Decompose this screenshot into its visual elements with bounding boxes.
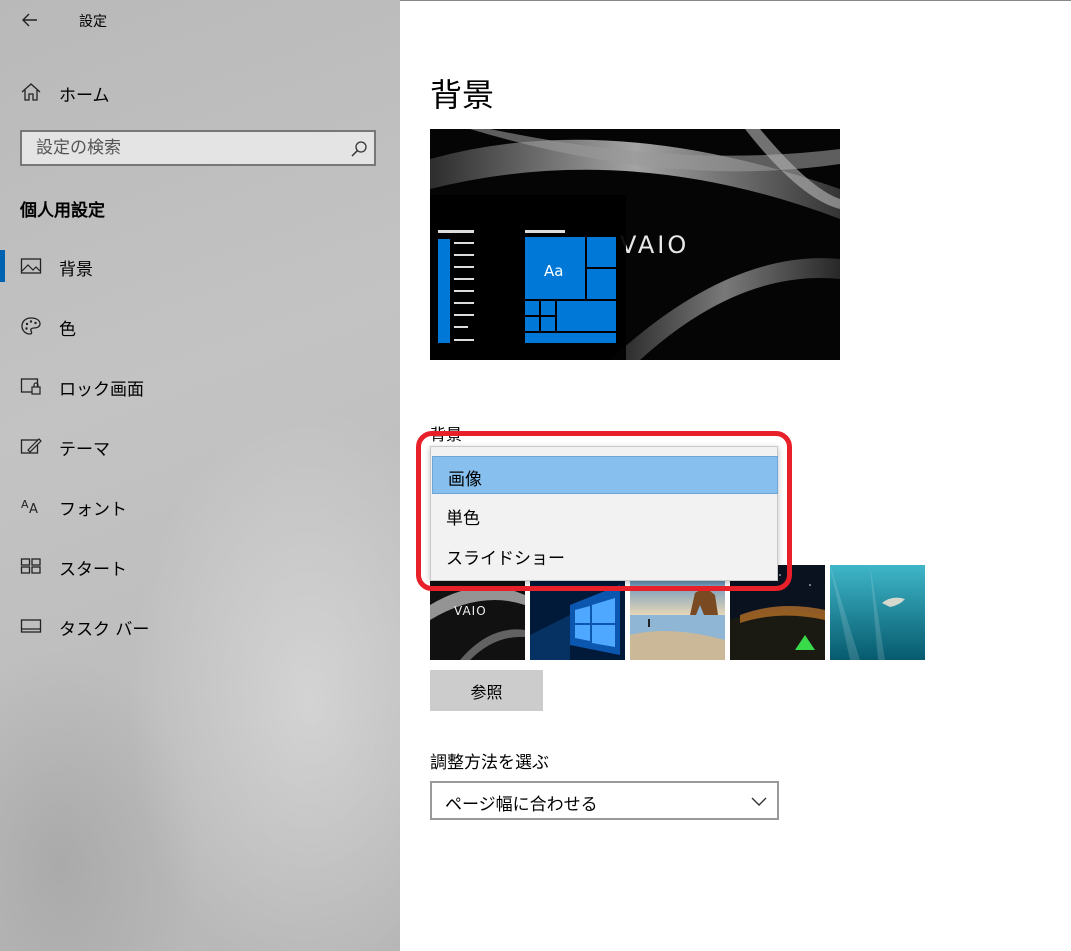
browse-button[interactable]: 参照 bbox=[430, 670, 543, 711]
sidebar-item-color[interactable]: 色 bbox=[0, 306, 400, 346]
sidebar-item-font[interactable]: A A フォント bbox=[0, 486, 400, 526]
dropdown-option-solid-color[interactable]: 単色 bbox=[431, 496, 777, 534]
desktop-preview: VAIO Aa bbox=[430, 129, 840, 360]
sidebar-item-label: ロック画面 bbox=[59, 380, 144, 400]
sidebar-item-label: テーマ bbox=[59, 440, 110, 460]
page-title: 背景 bbox=[430, 76, 495, 114]
thumbnail-underwater[interactable] bbox=[830, 565, 925, 660]
window-top-border bbox=[400, 0, 1071, 1]
sidebar-item-background[interactable]: 背景 bbox=[0, 246, 400, 286]
background-type-label: 背景 bbox=[430, 425, 463, 444]
option-label: スライドショー bbox=[446, 549, 565, 569]
section-heading: 個人用設定 bbox=[20, 201, 105, 221]
back-arrow-icon bbox=[22, 13, 37, 27]
picture-icon bbox=[20, 258, 42, 274]
lock-screen-icon bbox=[20, 378, 41, 395]
sidebar-item-label: タスク バー bbox=[59, 620, 150, 640]
fit-selected-value: ページ幅に合わせる bbox=[445, 795, 598, 815]
palette-icon bbox=[21, 317, 41, 335]
dropdown-option-slideshow[interactable]: スライドショー bbox=[431, 536, 777, 574]
home-nav-item[interactable]: ホーム bbox=[0, 72, 400, 112]
sidebar-item-label: フォント bbox=[59, 500, 127, 520]
sidebar-item-label: 背景 bbox=[59, 260, 93, 280]
sidebar-item-theme[interactable]: テーマ bbox=[0, 426, 400, 466]
app-title: 設定 bbox=[79, 14, 107, 30]
background-type-dropdown-list: 画像 単色 スライドショー bbox=[430, 446, 778, 581]
svg-text:A: A bbox=[21, 498, 29, 511]
search-input[interactable] bbox=[36, 137, 336, 159]
home-icon bbox=[21, 83, 41, 101]
taskbar-icon bbox=[20, 619, 42, 633]
start-tiles-icon bbox=[20, 558, 41, 574]
sidebar-item-start[interactable]: スタート bbox=[0, 546, 400, 586]
sidebar-item-taskbar[interactable]: タスク バー bbox=[0, 606, 400, 646]
back-button[interactable] bbox=[18, 8, 42, 32]
option-label: 画像 bbox=[448, 470, 482, 490]
theme-brush-icon bbox=[20, 438, 42, 454]
sidebar-item-label: 色 bbox=[59, 320, 76, 340]
font-icon: A A bbox=[21, 498, 38, 516]
sidebar: 設定 ホーム 個人用設定 背景 色 bbox=[0, 0, 400, 951]
settings-search-box[interactable] bbox=[20, 130, 376, 166]
home-label: ホーム bbox=[59, 86, 110, 106]
chevron-down-icon bbox=[751, 797, 767, 806]
thumbnail-logo: VAIO bbox=[454, 604, 487, 618]
search-icon bbox=[351, 141, 367, 157]
svg-text:A: A bbox=[29, 502, 38, 516]
fit-dropdown[interactable]: ページ幅に合わせる bbox=[430, 781, 779, 820]
option-label: 単色 bbox=[446, 509, 480, 529]
fit-label: 調整方法を選ぶ bbox=[430, 753, 549, 773]
preview-tile-text: Aa bbox=[544, 262, 563, 280]
preview-logo: VAIO bbox=[620, 231, 689, 259]
dropdown-option-picture[interactable]: 画像 bbox=[432, 456, 778, 494]
sidebar-item-lock-screen[interactable]: ロック画面 bbox=[0, 366, 400, 406]
sidebar-item-label: スタート bbox=[59, 560, 127, 580]
